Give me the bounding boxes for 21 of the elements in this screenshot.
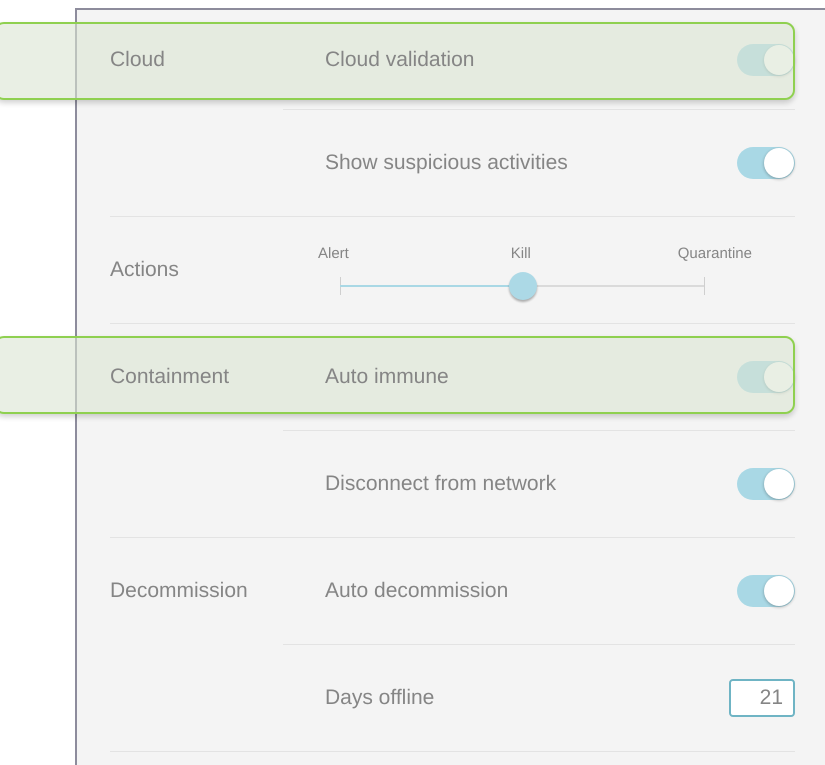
setting-label: Auto immune [325,365,450,389]
slider[interactable] [340,272,705,300]
toggle-switch[interactable] [737,575,795,607]
setting-label: Disconnect from network [325,472,558,496]
toggle-switch[interactable] [737,147,795,179]
section-label: Decommission [110,579,248,603]
toggle-switch[interactable] [737,44,795,76]
slider-stop-label: Alert [318,244,349,262]
toggle-switch[interactable] [737,361,795,393]
setting-label: Cloud validation [325,48,476,72]
slider-stop-label: Kill [510,244,531,262]
setting-label: Auto decommission [325,579,510,603]
section-label: Cloud [110,48,165,72]
slider-thumb[interactable] [508,272,536,300]
section-label: Actions [110,258,179,282]
slider-stop-label: Quarantine [678,244,752,262]
section-label: Containment [110,365,230,389]
setting-label: Show suspicious activities [325,151,569,175]
number-field[interactable]: 21 [729,679,795,717]
setting-label: Days offline [325,686,436,710]
toggle-switch[interactable] [737,468,795,500]
